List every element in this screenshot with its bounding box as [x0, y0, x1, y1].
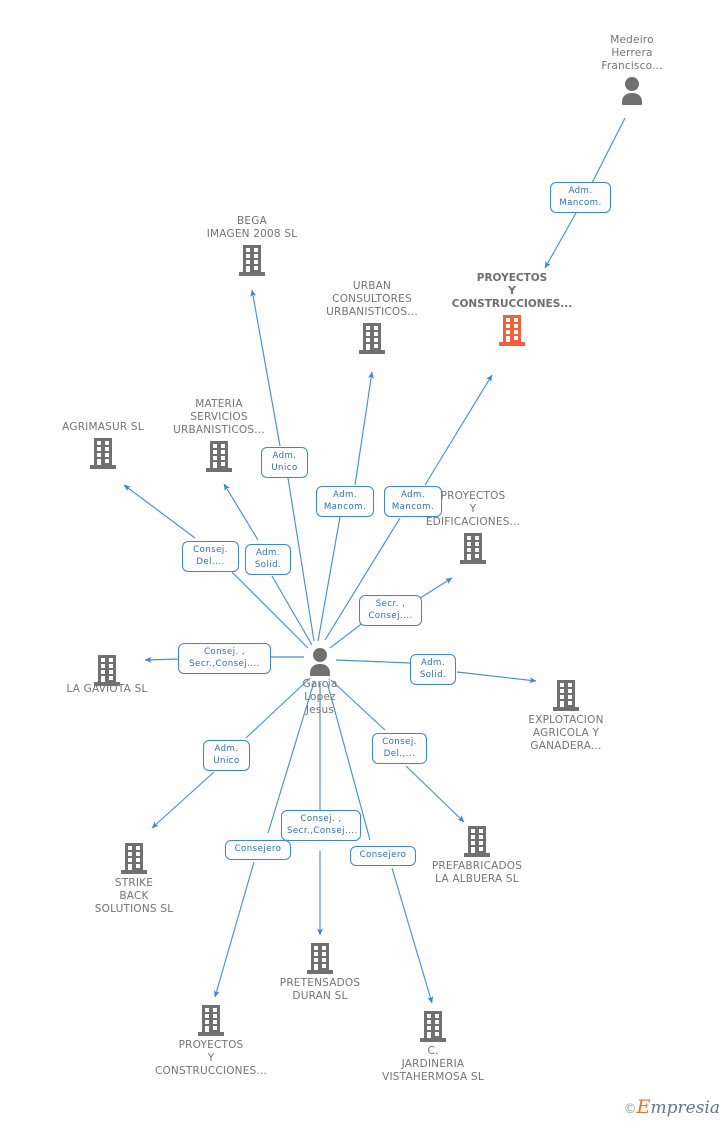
node-label: STRIKE BACK SOLUTIONS SL — [94, 877, 174, 915]
node-pretensados-duran-sl[interactable]: PRETENSADOS DURAN SL — [245, 941, 395, 1003]
building-icon: LA GAVIOTA SL — [32, 653, 182, 694]
edge-garcia-chip-bega — [287, 477, 315, 642]
edge-chip-proyconstr-top — [544, 212, 577, 269]
node-label: PREFABRICADOS LA ALBUERA SL — [431, 860, 523, 885]
edge-label-urban-consultores[interactable]: Adm. Mancom. — [316, 486, 374, 517]
node-urban-consultores-urbanisticos[interactable]: URBAN CONSULTORES URBANISTICOS... — [297, 280, 447, 355]
edge-chip-agrimasur-node — [123, 484, 196, 539]
building-icon — [136, 1003, 286, 1037]
edge-chip-jard-node — [391, 867, 434, 1004]
building-icon — [177, 243, 327, 277]
node-prefabricados-la-albuera-sl[interactable]: PREFABRICADOS LA ALBUERA SL — [402, 824, 552, 886]
edge-label-pretensados-duran[interactable]: Consej. , Secr.,Consej.... — [281, 810, 361, 841]
building-icon-highlight — [437, 313, 587, 347]
empresia-watermark: ©Empresia — [624, 1098, 720, 1119]
node-label: C. JARDINERIA VISTAHERMOSA SL — [382, 1045, 484, 1083]
building-icon — [245, 941, 395, 975]
edge-medeiro-chip — [591, 117, 626, 184]
brand-name: mpresia — [650, 1098, 721, 1118]
edge-label-agrimasur[interactable]: Consej. Del.... — [182, 541, 239, 572]
edge-garcia-chip-proyedif — [329, 621, 365, 649]
person-icon — [557, 75, 707, 105]
edge-chip-prefab-node — [405, 765, 465, 823]
edge-chip-proyedif-node — [416, 577, 453, 601]
edge-label-strike-back[interactable]: Adm. Unico — [203, 740, 250, 771]
node-c-jardineria-vistahermosa-sl[interactable]: C. JARDINERIA VISTAHERMOSA SL — [358, 1009, 508, 1084]
relationship-graph-canvas: Medeiro Herrera Francisco... PROYECTOS Y… — [0, 0, 728, 1125]
node-proyectos-y-construcciones-highlight[interactable]: PROYECTOS Y CONSTRUCCIONES... — [437, 272, 587, 347]
node-la-gaviota-sl[interactable]: LA GAVIOTA SL — [32, 653, 182, 694]
brand-initial: E — [636, 1096, 651, 1118]
edge-garcia-chip-urban — [317, 516, 341, 642]
node-label: MATERIA SERVICIOS URBANISTICOS... — [173, 398, 265, 436]
node-proyectos-y-construcciones-bottom[interactable]: PROYECTOS Y CONSTRUCCIONES... — [136, 1003, 286, 1078]
node-label: BEGA IMAGEN 2008 SL — [206, 215, 298, 240]
edge-label-explotacion-agricola[interactable]: Adm. Solid. — [410, 654, 456, 685]
edge-label-proyectos-construcciones-bottom[interactable]: Consejero — [225, 840, 291, 860]
node-medeiro-herrera-francisco[interactable]: Medeiro Herrera Francisco... — [557, 34, 707, 105]
node-label: Garcia Lopez Jesus — [302, 678, 338, 716]
edge-label-materia-servicios[interactable]: Adm. Solid. — [245, 544, 291, 575]
building-icon — [297, 321, 447, 355]
edge-label-proyectos-edificaciones[interactable]: Secr. , Consej.... — [359, 595, 422, 626]
edge-label-medeiro-proyectos-construcciones[interactable]: Adm. Mancom. — [550, 182, 611, 213]
edge-chip-materia-node — [223, 483, 259, 541]
edge-label-proyectos-construcciones-top[interactable]: Adm. Mancom. — [384, 486, 442, 517]
building-icon — [402, 824, 552, 858]
edge-garcia-chip-materia — [271, 575, 313, 646]
node-label: Medeiro Herrera Francisco... — [601, 34, 663, 72]
node-label: PROYECTOS Y CONSTRUCCIONES... — [451, 272, 573, 310]
node-bega-imagen-2008-sl[interactable]: BEGA IMAGEN 2008 SL — [177, 215, 327, 277]
edge-chip-strike-node — [151, 771, 215, 829]
building-icon — [491, 678, 641, 712]
building-icon — [398, 531, 548, 565]
edge-chip-urban-node — [354, 371, 374, 486]
node-label: URBAN CONSULTORES URBANISTICOS... — [326, 280, 418, 318]
edge-label-prefabricados-albuera[interactable]: Consej. Del.,... — [372, 733, 427, 764]
edge-garcia-chip-agrimasur — [231, 571, 309, 649]
node-strike-back-solutions-sl[interactable]: STRIKE BACK SOLUTIONS SL — [59, 841, 209, 916]
edge-label-bega-imagen[interactable]: Adm. Unico — [261, 447, 308, 478]
node-explotacion-agricola-y-ganadera[interactable]: EXPLOTACION AGRICOLA Y GANADERA... — [491, 678, 641, 753]
edge-label-c-jardineria[interactable]: Consejero — [350, 846, 416, 866]
copyright-symbol: © — [623, 1102, 637, 1117]
node-label: PROYECTOS Y CONSTRUCCIONES... — [154, 1039, 268, 1077]
edge-chip-pct-node — [424, 374, 493, 486]
node-label: EXPLOTACION AGRICOLA Y GANADERA... — [528, 714, 604, 752]
building-icon — [358, 1009, 508, 1043]
node-label: PRETENSADOS DURAN SL — [279, 977, 361, 1002]
edge-label-la-gaviota[interactable]: Consej. , Secr.,Consej.... — [178, 643, 271, 674]
building-icon — [59, 841, 209, 875]
